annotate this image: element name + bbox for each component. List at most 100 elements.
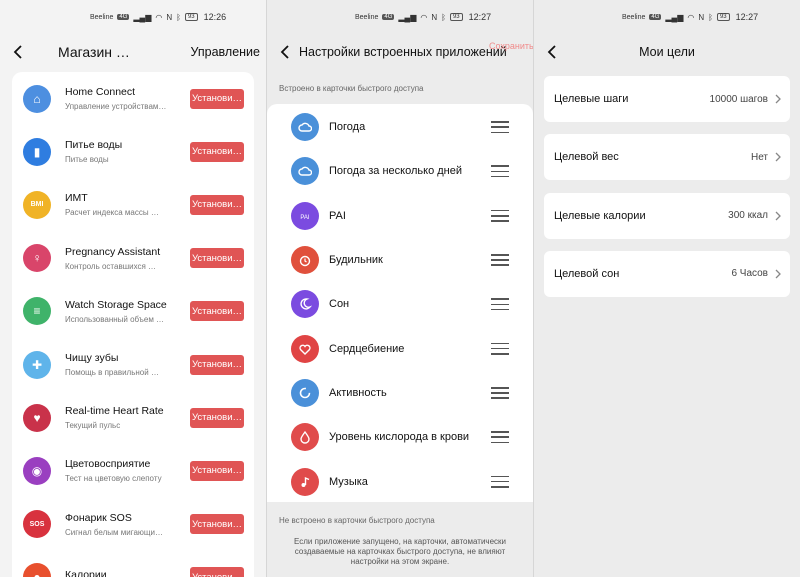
app-row[interactable]: ≡ Watch Storage Space Использованный объ… — [12, 285, 254, 338]
install-button[interactable]: Установи… — [190, 407, 244, 428]
my-goals-screen: Beeline 4G ▂▄▆ ◠ N ᛒ 93 12:27 Мои цели Ц… — [534, 0, 800, 577]
goal-value: 10000 шагов — [709, 93, 768, 105]
install-button[interactable]: Установи… — [190, 248, 244, 269]
install-button[interactable]: Установи… — [190, 301, 244, 322]
drag-handle-icon[interactable] — [491, 475, 509, 488]
tile-row[interactable]: Погода — [267, 105, 533, 149]
goal-row[interactable]: Целевые калории 300 ккал — [544, 192, 790, 239]
wifi-icon: ◠ — [155, 12, 163, 22]
heart-icon — [291, 334, 319, 363]
app-text: Цветовосприятие Тест на цветовую слепоту — [65, 458, 177, 483]
app-text: Pregnancy Assistant Контроль оставшихся … — [65, 246, 177, 271]
tile-label: Будильник — [329, 254, 383, 267]
install-button[interactable]: Установи… — [190, 354, 244, 375]
added-tiles-list: Погода Погода за несколько дней PAI PAI … — [267, 104, 533, 502]
app-icon: ♥ — [23, 403, 51, 432]
app-name: Home Connect — [65, 86, 136, 99]
tile-row[interactable]: PAI PAI — [267, 194, 533, 238]
tile-row[interactable]: Сон — [267, 282, 533, 326]
app-icon: ✚ — [23, 350, 51, 379]
install-button[interactable]: Установи… — [190, 460, 244, 481]
tile-row[interactable]: Будильник — [267, 238, 533, 282]
save-button[interactable]: Сохранить — [489, 40, 533, 52]
goal-row[interactable]: Целевой вес Нет — [544, 134, 790, 181]
app-row[interactable]: SOS Фонарик SOS Сигнал белым мигающи… Ус… — [12, 498, 254, 551]
app-text: ИМТ Расчет индекса массы … — [65, 192, 177, 217]
signal-icon: ▂▄▆ — [398, 12, 417, 22]
app-row[interactable]: ♥ Real-time Heart Rate Текущий пульс Уст… — [12, 391, 254, 444]
carrier-label: Beeline — [622, 13, 646, 21]
tile-label: Погода — [329, 121, 366, 134]
goal-row[interactable]: Целевой сон 6 Часов — [544, 250, 790, 297]
app-row[interactable]: ● Калории Установи… — [12, 551, 254, 577]
app-icon: BMI — [23, 190, 51, 219]
moon-icon — [291, 290, 319, 319]
tile-row[interactable]: Погода за несколько дней — [267, 149, 533, 193]
install-button[interactable]: Установи… — [190, 514, 244, 535]
tile-label: Сон — [329, 298, 350, 311]
app-name: Цветовосприятие — [65, 458, 151, 471]
app-text: Watch Storage Space Использованный объем… — [65, 299, 177, 324]
app-name: Питье воды — [65, 139, 123, 152]
app-row[interactable]: BMI ИМТ Расчет индекса массы … Установи… — [12, 178, 254, 231]
app-icon: ● — [23, 563, 51, 577]
app-description: Контроль оставшихся … — [65, 261, 157, 271]
app-text: Home Connect Управление устройствам… — [65, 86, 177, 111]
app-description: Тест на цветовую слепоту — [65, 474, 162, 484]
goal-row[interactable]: Целевые шаги 10000 шагов — [544, 76, 790, 122]
bluetooth-icon: ᛒ — [708, 12, 713, 22]
install-button[interactable]: Установи… — [190, 141, 244, 162]
svg-text:PAI: PAI — [300, 215, 310, 221]
drag-handle-icon[interactable] — [491, 254, 509, 267]
app-row[interactable]: ◉ Цветовосприятие Тест на цветовую слепо… — [12, 444, 254, 497]
install-button[interactable]: Установи… — [190, 194, 244, 215]
cloud-icon — [291, 157, 319, 186]
drag-handle-icon[interactable] — [491, 342, 509, 355]
music-icon — [291, 467, 319, 496]
back-arrow-icon[interactable] — [275, 42, 295, 62]
drag-handle-icon[interactable] — [491, 165, 509, 178]
nfc-icon: N — [431, 12, 438, 22]
goal-label: Целевые шаги — [554, 93, 629, 105]
app-description: Использованный объем … — [65, 314, 165, 324]
activity-icon — [291, 378, 319, 407]
app-row[interactable]: ♀ Pregnancy Assistant Контроль оставшихс… — [12, 232, 254, 285]
cloud-icon — [291, 113, 319, 142]
wifi-icon: ◠ — [687, 12, 695, 22]
bluetooth-icon: ᛒ — [441, 12, 446, 22]
tile-row[interactable]: Музыка — [267, 459, 533, 503]
drag-handle-icon[interactable] — [491, 209, 509, 222]
app-row[interactable]: ⌂ Home Connect Управление устройствам… У… — [12, 72, 254, 125]
install-button[interactable]: Установи… — [190, 567, 244, 577]
app-list: ⌂ Home Connect Управление устройствам… У… — [12, 72, 254, 577]
drag-handle-icon[interactable] — [491, 431, 509, 444]
app-icon: SOS — [23, 510, 51, 539]
tile-row[interactable]: Сердцебиение — [267, 326, 533, 370]
tile-row[interactable]: Уровень кислорода в крови — [267, 415, 533, 459]
nfc-icon: N — [698, 12, 705, 22]
wifi-icon: ◠ — [420, 12, 428, 22]
bluetooth-icon: ᛒ — [176, 12, 181, 22]
install-button[interactable]: Установи… — [190, 88, 244, 109]
drag-handle-icon[interactable] — [491, 298, 509, 311]
goal-label: Целевой вес — [554, 151, 619, 164]
page-title: Мои цели — [639, 45, 695, 59]
app-name: ИМТ — [65, 192, 88, 205]
app-row[interactable]: ✚ Чищу зубы Помощь в правильной … Устано… — [12, 338, 254, 391]
goal-label: Целевой сон — [554, 267, 620, 280]
tile-row[interactable]: Активность — [267, 371, 533, 415]
drop-icon — [291, 423, 319, 452]
manage-button[interactable]: Управление — [191, 45, 261, 59]
app-icon: ⌂ — [23, 84, 51, 113]
app-name: Фонарик SOS — [65, 511, 132, 524]
app-description: Текущий пульс — [65, 421, 121, 431]
drag-handle-icon[interactable] — [491, 386, 509, 399]
app-name: Pregnancy Assistant — [65, 245, 161, 258]
app-name: Калории — [65, 569, 107, 577]
status-time: 12:27 — [468, 12, 492, 22]
back-arrow-icon[interactable] — [542, 42, 562, 62]
back-arrow-icon[interactable] — [8, 42, 28, 62]
info-note: Если приложение запущено, на карточки, а… — [294, 537, 506, 566]
drag-handle-icon[interactable] — [491, 121, 509, 134]
app-row[interactable]: ▮ Питье воды Питье воды Установи… — [12, 125, 254, 178]
